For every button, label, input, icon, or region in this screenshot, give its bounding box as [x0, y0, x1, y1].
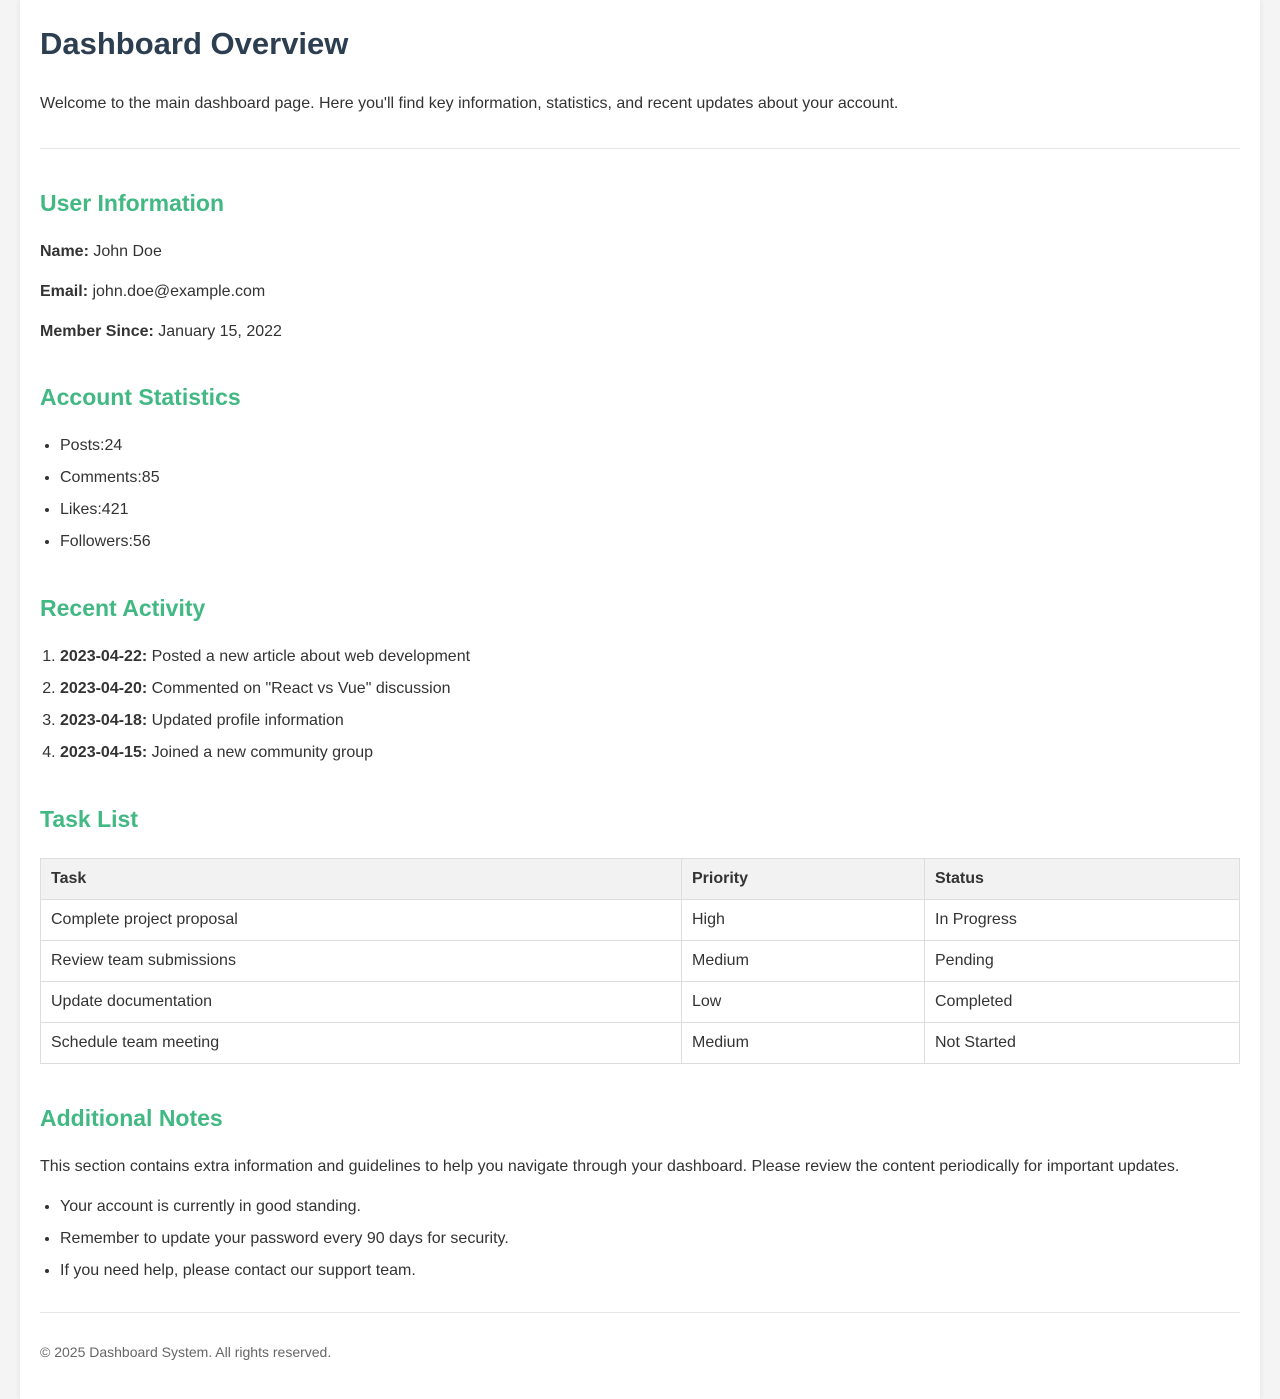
user-information-heading: User Information: [40, 190, 225, 216]
footer-divider: [40, 1312, 1240, 1313]
status-cell: Pending: [924, 940, 1240, 982]
table-row: Complete project proposal High In Progre…: [40, 899, 1240, 941]
header-divider: [40, 148, 1240, 149]
user-name-value: John Doe: [93, 243, 162, 260]
status-cell: In Progress: [924, 899, 1240, 941]
member-since-value: January 15, 2022: [158, 323, 282, 340]
notes-paragraph: This section contains extra information …: [40, 1158, 1180, 1175]
activity-item: 2023-04-15: Joined a new community group: [60, 742, 1240, 764]
user-information-section: User Information Name: John Doe Email: j…: [40, 188, 1240, 343]
column-header-priority: Priority: [681, 858, 925, 900]
activity-item: 2023-04-20: Commented on "React vs Vue" …: [60, 678, 1240, 700]
activity-text: Joined a new community group: [151, 744, 374, 761]
activity-text: Commented on "React vs Vue" discussion: [151, 680, 451, 697]
stat-item-followers: Followers:56: [60, 531, 1240, 553]
status-cell: Not Started: [924, 1022, 1240, 1064]
additional-notes-heading: Additional Notes: [40, 1105, 223, 1131]
stat-label: Posts:: [60, 437, 105, 454]
activity-date: 2023-04-15:: [60, 744, 148, 761]
activity-list: 2023-04-22: Posted a new article about w…: [40, 646, 1240, 764]
stat-label: Followers:: [60, 533, 133, 550]
task-cell: Update documentation: [40, 981, 682, 1023]
stat-label: Comments:: [60, 469, 142, 486]
priority-cell: Medium: [681, 940, 925, 982]
task-cell: Complete project proposal: [40, 899, 682, 941]
user-email-line: Email: john.doe@example.com: [40, 281, 1240, 303]
task-list-heading: Task List: [40, 806, 138, 832]
table-row: Update documentation Low Completed: [40, 981, 1240, 1023]
list-item: Remember to update your password every 9…: [60, 1228, 1240, 1250]
priority-cell: Medium: [681, 1022, 925, 1064]
notes-list: Your account is currently in good standi…: [40, 1196, 1240, 1282]
stat-value: 24: [104, 437, 123, 454]
activity-text: Updated profile information: [151, 712, 344, 729]
recent-activity-heading: Recent Activity: [40, 595, 206, 621]
table-row: Review team submissions Medium Pending: [40, 940, 1240, 982]
activity-date: 2023-04-18:: [60, 712, 148, 729]
stat-value: 421: [101, 501, 129, 518]
priority-cell: Low: [681, 981, 925, 1023]
stat-item-likes: Likes:421: [60, 499, 1240, 521]
statistics-list: Posts:24 Comments:85 Likes:421 Followers…: [40, 435, 1240, 553]
status-cell: Completed: [924, 981, 1240, 1023]
user-email-value: john.doe@example.com: [92, 283, 266, 300]
account-statistics-section: Account Statistics Posts:24 Comments:85 …: [40, 382, 1240, 553]
list-item: Your account is currently in good standi…: [60, 1196, 1240, 1218]
activity-item: 2023-04-22: Posted a new article about w…: [60, 646, 1240, 668]
member-since-label: Member Since:: [40, 323, 154, 340]
column-header-task: Task: [40, 858, 682, 900]
activity-date: 2023-04-22:: [60, 648, 148, 665]
table-header-row: Task Priority Status: [40, 858, 1240, 900]
user-email-label: Email:: [40, 283, 89, 300]
stat-value: 56: [132, 533, 151, 550]
stat-value: 85: [141, 469, 160, 486]
recent-activity-section: Recent Activity 2023-04-22: Posted a new…: [40, 593, 1240, 764]
table-row: Schedule team meeting Medium Not Started: [40, 1022, 1240, 1064]
member-since-line: Member Since: January 15, 2022: [40, 321, 1240, 343]
activity-item: 2023-04-18: Updated profile information: [60, 710, 1240, 732]
column-header-status: Status: [924, 858, 1240, 900]
intro-text: Welcome to the main dashboard page. Here…: [40, 95, 899, 112]
user-name-label: Name:: [40, 243, 89, 260]
list-item: If you need help, please contact our sup…: [60, 1260, 1240, 1282]
task-cell: Review team submissions: [40, 940, 682, 982]
stat-item-posts: Posts:24: [60, 435, 1240, 457]
additional-notes-section: Additional Notes This section contains e…: [40, 1103, 1240, 1282]
user-name-line: Name: John Doe: [40, 241, 1240, 263]
task-table: Task Priority Status Complete project pr…: [40, 858, 1240, 1064]
priority-cell: High: [681, 899, 925, 941]
task-list-section: Task List Task Priority Status Complete …: [40, 804, 1240, 1064]
footer-copyright: © 2025 Dashboard System. All rights rese…: [40, 1344, 332, 1360]
activity-text: Posted a new article about web developme…: [151, 648, 471, 665]
task-cell: Schedule team meeting: [40, 1022, 682, 1064]
account-statistics-heading: Account Statistics: [40, 384, 241, 410]
stat-label: Likes:: [60, 501, 102, 518]
dashboard-container: Dashboard Overview Welcome to the main d…: [20, 0, 1260, 1399]
stat-item-comments: Comments:85: [60, 467, 1240, 489]
activity-date: 2023-04-20:: [60, 680, 148, 697]
page-title: Dashboard Overview: [40, 26, 349, 61]
